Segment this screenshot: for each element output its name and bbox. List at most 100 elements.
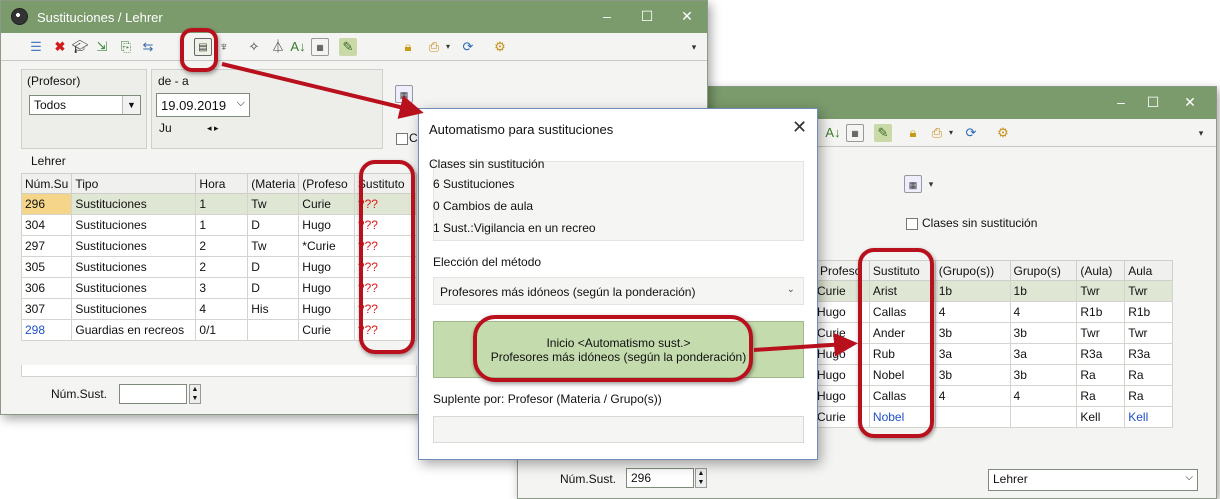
date-nav-arrows[interactable]: ◂ ▸: [207, 123, 219, 134]
grid-settings-icon[interactable]: ▦: [311, 38, 329, 56]
date-value: 19.09.2019: [161, 98, 227, 113]
table-row[interactable]: 307 Sustituciones 4 His Hugo???: [20, 298, 418, 320]
column-header[interactable]: (Profeso: [298, 173, 355, 194]
toolbar-overflow-icon[interactable]: ▾: [685, 38, 703, 56]
num-sust-input[interactable]: 296: [626, 468, 694, 488]
column-header[interactable]: Tipo: [71, 173, 197, 194]
column-header[interactable]: Aula: [1124, 260, 1173, 281]
magic-wand-icon[interactable]: ✧: [245, 38, 263, 56]
filter-icon[interactable]: ⏃: [269, 38, 287, 56]
column-header[interactable]: Sustituto: [868, 260, 936, 281]
close-icon[interactable]: ✕: [792, 117, 807, 138]
filter-person-icon[interactable]: ♆: [215, 38, 233, 56]
dropdown-arrow-icon[interactable]: ▾: [946, 124, 956, 142]
clases-sin-sustitucion-checkbox[interactable]: [906, 218, 918, 230]
cell-profesor: Curie: [298, 319, 355, 341]
calendar-dropdown-icon[interactable]: ▾: [922, 175, 940, 193]
close-icon[interactable]: ✕: [1182, 94, 1198, 110]
export-icon[interactable]: ⇲: [93, 38, 111, 56]
cell-grupo_old: 3b: [934, 322, 1011, 344]
column-header[interactable]: Grupo(s): [1009, 260, 1078, 281]
list-icon[interactable]: ☰: [27, 38, 45, 56]
cell-sustituto: Rub: [868, 343, 936, 365]
profesor-filter-label: (Profesor): [27, 74, 81, 88]
column-header[interactable]: Sustituto: [353, 173, 418, 194]
minimize-icon[interactable]: –: [599, 8, 615, 24]
cell-sustituto: ???: [353, 319, 418, 341]
table-row[interactable]: Curie Nobel Kell Kell: [816, 406, 1173, 428]
table-row[interactable]: 297 Sustituciones 2 Tw *Curie???: [20, 235, 418, 257]
num-sust-label: Núm.Sust.: [560, 472, 617, 486]
toolbar-overflow-icon[interactable]: ▾: [1192, 124, 1210, 142]
calendar-icon[interactable]: ▦: [395, 85, 413, 103]
sort-icon[interactable]: A↓: [824, 124, 842, 142]
num-sust-spinner[interactable]: ▲ ▼: [695, 468, 707, 488]
delete-icon[interactable]: ✖: [51, 38, 69, 56]
cell-sustituto: Arist: [868, 280, 936, 302]
lock-icon[interactable]: 🔒︎: [399, 38, 417, 56]
table-row[interactable]: Hugo Nobel 3b 3b Ra Ra: [816, 364, 1173, 386]
table-row[interactable]: 304 Sustituciones 1 D Hugo???: [20, 214, 418, 236]
column-header[interactable]: (Aula): [1076, 260, 1126, 281]
maximize-icon[interactable]: ☐: [639, 8, 655, 24]
settings-gear-icon[interactable]: ⚙: [491, 38, 509, 56]
column-header[interactable]: Profeso: [816, 260, 870, 281]
column-header[interactable]: Hora: [195, 173, 249, 194]
cell-grupo: [1009, 406, 1078, 428]
calculator-icon[interactable]: ▤: [194, 38, 212, 56]
method-select[interactable]: Profesores más idóneos (según la pondera…: [433, 277, 804, 305]
app-icon: [11, 8, 28, 25]
cell-materia: D: [247, 277, 300, 299]
section-label: Lehrer: [31, 154, 66, 168]
lock-icon[interactable]: 🔒︎: [904, 124, 922, 142]
table-row[interactable]: 305 Sustituciones 2 D Hugo???: [20, 256, 418, 278]
cell-materia: D: [247, 256, 300, 278]
clases-sin-sustitucion-checkbox[interactable]: [396, 133, 408, 145]
close-icon[interactable]: ✕: [679, 8, 695, 24]
settings-gear-icon[interactable]: ⚙: [994, 124, 1012, 142]
table-row[interactable]: 298 Guardias en recreos 0/1 Curie???: [20, 319, 418, 341]
copy-icon[interactable]: ⎘: [117, 38, 135, 56]
cell-profesor: Hugo: [816, 364, 870, 386]
refresh-icon[interactable]: ⟳: [459, 38, 477, 56]
grid-settings-icon[interactable]: ▦: [846, 124, 864, 142]
dropdown-arrow-icon[interactable]: ▾: [443, 38, 453, 56]
table-row[interactable]: Hugo Callas 4 4 Ra Ra: [816, 385, 1173, 407]
cell-num: 297: [20, 235, 73, 257]
print-icon[interactable]: ⎙: [928, 124, 946, 142]
suplente-field[interactable]: [433, 416, 804, 443]
refresh-icon[interactable]: ⟳: [962, 124, 980, 142]
num-sust-input[interactable]: [119, 384, 187, 404]
date-picker[interactable]: 19.09.2019 ⌵: [156, 93, 250, 117]
window2-filter-panel: [820, 153, 1210, 247]
num-sust-spinner[interactable]: ▲ ▼: [189, 384, 201, 404]
cell-profesor: Hugo: [298, 256, 355, 278]
cell-profesor: Hugo: [298, 277, 355, 299]
table-row[interactable]: Curie Ander 3b 3b Twr Twr: [816, 322, 1173, 344]
table-row[interactable]: Hugo Rub 3a 3a R3a R3a: [816, 343, 1173, 365]
profesor-filter-select[interactable]: Todos ▼: [29, 95, 141, 115]
table-row[interactable]: Curie Arist 1b 1b Twr Twr: [816, 280, 1173, 302]
teacher-hat-icon[interactable]: 🎓︎: [71, 38, 89, 56]
column-header[interactable]: (Materia: [247, 173, 300, 194]
maximize-icon[interactable]: ☐: [1145, 94, 1161, 110]
table-row[interactable]: 306 Sustituciones 3 D Hugo???: [20, 277, 418, 299]
sort-icon[interactable]: A↓: [289, 38, 307, 56]
cell-tipo: Guardias en recreos: [71, 319, 197, 341]
print-icon[interactable]: ⎙: [425, 38, 443, 56]
calendar-icon[interactable]: ▦: [904, 175, 922, 193]
transfer-icon[interactable]: ⇆: [139, 38, 157, 56]
column-header[interactable]: Núm.Su: [20, 173, 73, 194]
edit-check-icon[interactable]: ✎: [339, 38, 357, 56]
table-row[interactable]: 296 Sustituciones 1 Tw Curie???: [20, 193, 418, 215]
view-select[interactable]: Lehrer ⌵: [988, 469, 1198, 491]
minimize-icon[interactable]: –: [1113, 94, 1129, 110]
edit-check-icon[interactable]: ✎: [874, 124, 892, 142]
cell-profesor: Hugo: [816, 301, 870, 323]
cell-grupo: 1b: [1009, 280, 1078, 302]
cell-materia: Tw: [247, 235, 300, 257]
cell-grupo: 3b: [1009, 364, 1078, 386]
column-header[interactable]: (Grupo(s)): [934, 260, 1011, 281]
table-row[interactable]: Hugo Callas 4 4 R1b R1b: [816, 301, 1173, 323]
start-automatismo-button[interactable]: Inicio <Automatismo sust.> Profesores má…: [433, 321, 804, 378]
